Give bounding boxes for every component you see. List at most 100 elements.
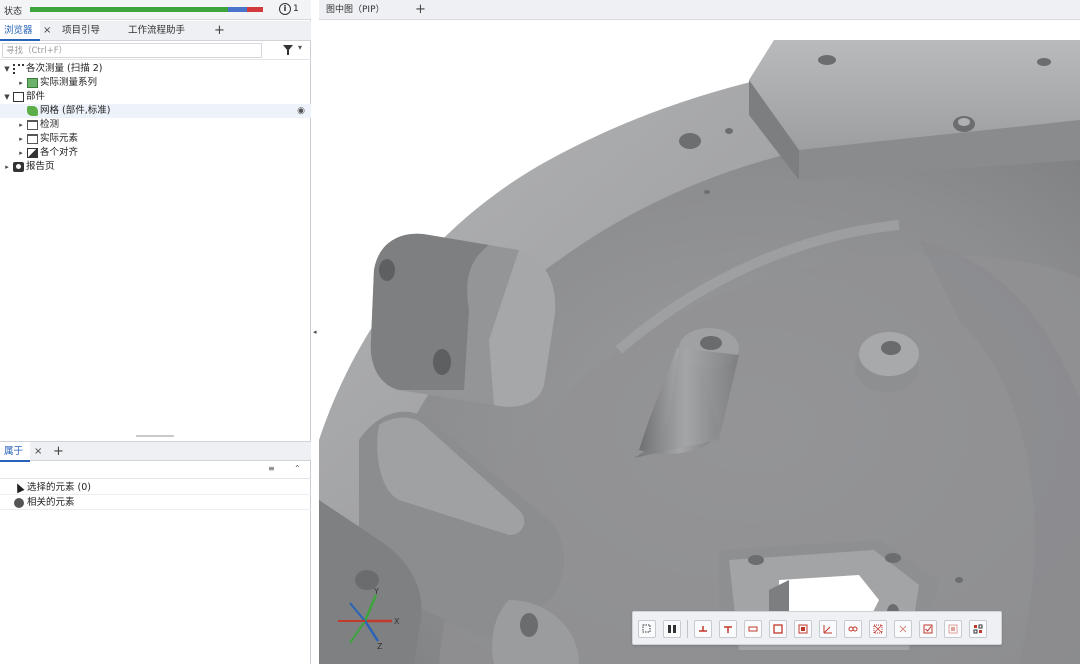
mesh-model[interactable] (319, 20, 1080, 664)
gap-button[interactable] (719, 620, 737, 638)
browser-tabbar: 浏览器 × 项目引导 工作流程助手 + (0, 21, 311, 41)
part-icon (13, 92, 24, 102)
folder-icon (27, 134, 38, 144)
visibility-eye-icon[interactable]: ◉ (297, 104, 305, 118)
y-axis-line (363, 594, 378, 622)
caret-right-icon[interactable]: ▸ (17, 132, 25, 146)
tree-item-alignments[interactable]: ▸ 各个对齐 (0, 146, 311, 160)
tree-item-label: 报告页 (26, 161, 55, 172)
info-icon[interactable]: i (279, 3, 291, 15)
axis-triad: X Y Z (338, 587, 400, 651)
caret-right-icon[interactable]: ▸ (17, 118, 25, 132)
browser-tree: ▼ 各次测量 (扫描 2) ▸ 实际测量系列 ▼ 部件 网格 (部件,标准) ◉… (0, 62, 311, 174)
flush-button[interactable] (694, 620, 712, 638)
z-axis-label: Z (377, 642, 383, 651)
tree-item-label: 实际测量系列 (40, 77, 98, 88)
info-count: 1 (293, 4, 299, 14)
report-icon (948, 624, 958, 634)
report-button[interactable] (944, 620, 962, 638)
chevron-up-icon[interactable]: ⌃ (294, 464, 301, 473)
status-bar: 状态 i 1 (0, 0, 311, 20)
tab-workflow-assistant[interactable]: 工作流程助手 (124, 21, 189, 41)
tree-item-mesh[interactable]: 网格 (部件,标准) ◉ (0, 104, 311, 118)
panel-splitter[interactable] (0, 433, 311, 439)
axis-aux-line (349, 620, 366, 644)
section-button[interactable] (744, 620, 762, 638)
tab-project-guide-label: 项目引导 (62, 25, 101, 36)
tree-item-inspection[interactable]: ▸ 检测 (0, 118, 311, 132)
grid-check-button[interactable] (869, 620, 887, 638)
status-progress-bar (30, 7, 263, 12)
fixture-icon (899, 625, 907, 633)
tab-properties-close-icon[interactable]: × (34, 442, 42, 462)
tree-item-report-pages[interactable]: ▸ 报告页 (0, 160, 311, 174)
tree-item-actual-elements[interactable]: ▸ 实际元素 (0, 132, 311, 146)
filter-icon[interactable] (283, 45, 293, 55)
split-view-button[interactable] (663, 620, 681, 638)
layout-button[interactable] (969, 620, 987, 638)
filter-dropdown-icon[interactable]: ▾ (298, 43, 302, 52)
properties-row-label: 选择的元素 (0) (27, 482, 91, 493)
splitter-grip[interactable] (136, 435, 174, 437)
layout-icon (973, 624, 983, 634)
collapse-all-icon[interactable]: ≡ (268, 464, 275, 473)
link-icon (848, 626, 858, 632)
status-label: 状态 (4, 7, 23, 17)
select-region-button[interactable] (638, 620, 656, 638)
tab-browser-close-icon[interactable]: × (43, 21, 51, 41)
cursor-icon (13, 481, 25, 494)
properties-tabbar: 属于 × + (0, 441, 311, 462)
properties-toolbar: ≡ ⌃ (0, 462, 311, 479)
tab-browser-label: 浏览器 (4, 25, 33, 36)
section-icon (748, 626, 758, 632)
angle-icon (823, 625, 832, 634)
collapse-left-panel-icon[interactable]: ◂ (313, 328, 317, 336)
boundary-button[interactable] (769, 620, 787, 638)
x-axis-label: X (394, 617, 400, 626)
fixture-button[interactable] (894, 620, 912, 638)
tree-item-label: 实际元素 (40, 133, 79, 144)
alignment-icon (27, 148, 38, 158)
progress-blue-segment (228, 7, 247, 12)
folder-icon (27, 120, 38, 130)
tree-item-measurements[interactable]: ▼ 各次测量 (扫描 2) (0, 62, 311, 76)
add-properties-tab-icon[interactable]: + (53, 442, 64, 462)
properties-row-selected[interactable]: 选择的元素 (0) (0, 480, 311, 495)
tab-project-guide[interactable]: 项目引导 (58, 21, 104, 41)
tree-item-label: 网格 (部件,标准) (40, 105, 111, 116)
gap-icon (724, 626, 732, 633)
link-button[interactable] (844, 620, 862, 638)
angle-button[interactable] (819, 620, 837, 638)
3d-viewport[interactable]: 图中图（PIP） + (319, 0, 1080, 664)
boundary-icon (773, 624, 783, 634)
tab-browser[interactable]: 浏览器 (0, 21, 40, 41)
select-region-icon (642, 624, 651, 633)
flush-icon (699, 626, 707, 632)
caret-down-icon[interactable]: ▼ (3, 62, 11, 76)
properties-row-label: 相关的元素 (27, 497, 75, 508)
grid-check-icon (873, 624, 883, 634)
tree-item-part[interactable]: ▼ 部件 (0, 90, 311, 104)
properties-row-related[interactable]: 相关的元素 (0, 495, 311, 510)
viewport-tabbar: 图中图（PIP） + (319, 0, 1080, 20)
search-input[interactable] (2, 43, 262, 58)
caret-right-icon[interactable]: ▸ (17, 146, 25, 160)
caret-down-icon[interactable]: ▼ (3, 90, 11, 104)
axis-aux-line (349, 602, 366, 622)
tab-workflow-assistant-label: 工作流程助手 (128, 25, 186, 36)
caret-right-icon[interactable]: ▸ (3, 160, 11, 174)
progress-red-segment (246, 7, 263, 12)
add-view-icon[interactable]: + (415, 0, 426, 20)
tree-item-actual-series[interactable]: ▸ 实际测量系列 (0, 76, 311, 90)
measurement-series-icon (27, 78, 38, 88)
tab-pip[interactable]: 图中图（PIP） (326, 0, 385, 20)
tab-properties-label: 属于 (4, 446, 24, 457)
caret-right-icon[interactable]: ▸ (17, 76, 25, 90)
related-elements-icon (14, 498, 24, 508)
camera-icon (13, 162, 24, 172)
y-axis-label: Y (373, 587, 379, 596)
tab-properties[interactable]: 属于 (0, 442, 30, 462)
check-button[interactable] (919, 620, 937, 638)
add-tab-icon[interactable]: + (214, 21, 225, 41)
planarity-button[interactable] (794, 620, 812, 638)
